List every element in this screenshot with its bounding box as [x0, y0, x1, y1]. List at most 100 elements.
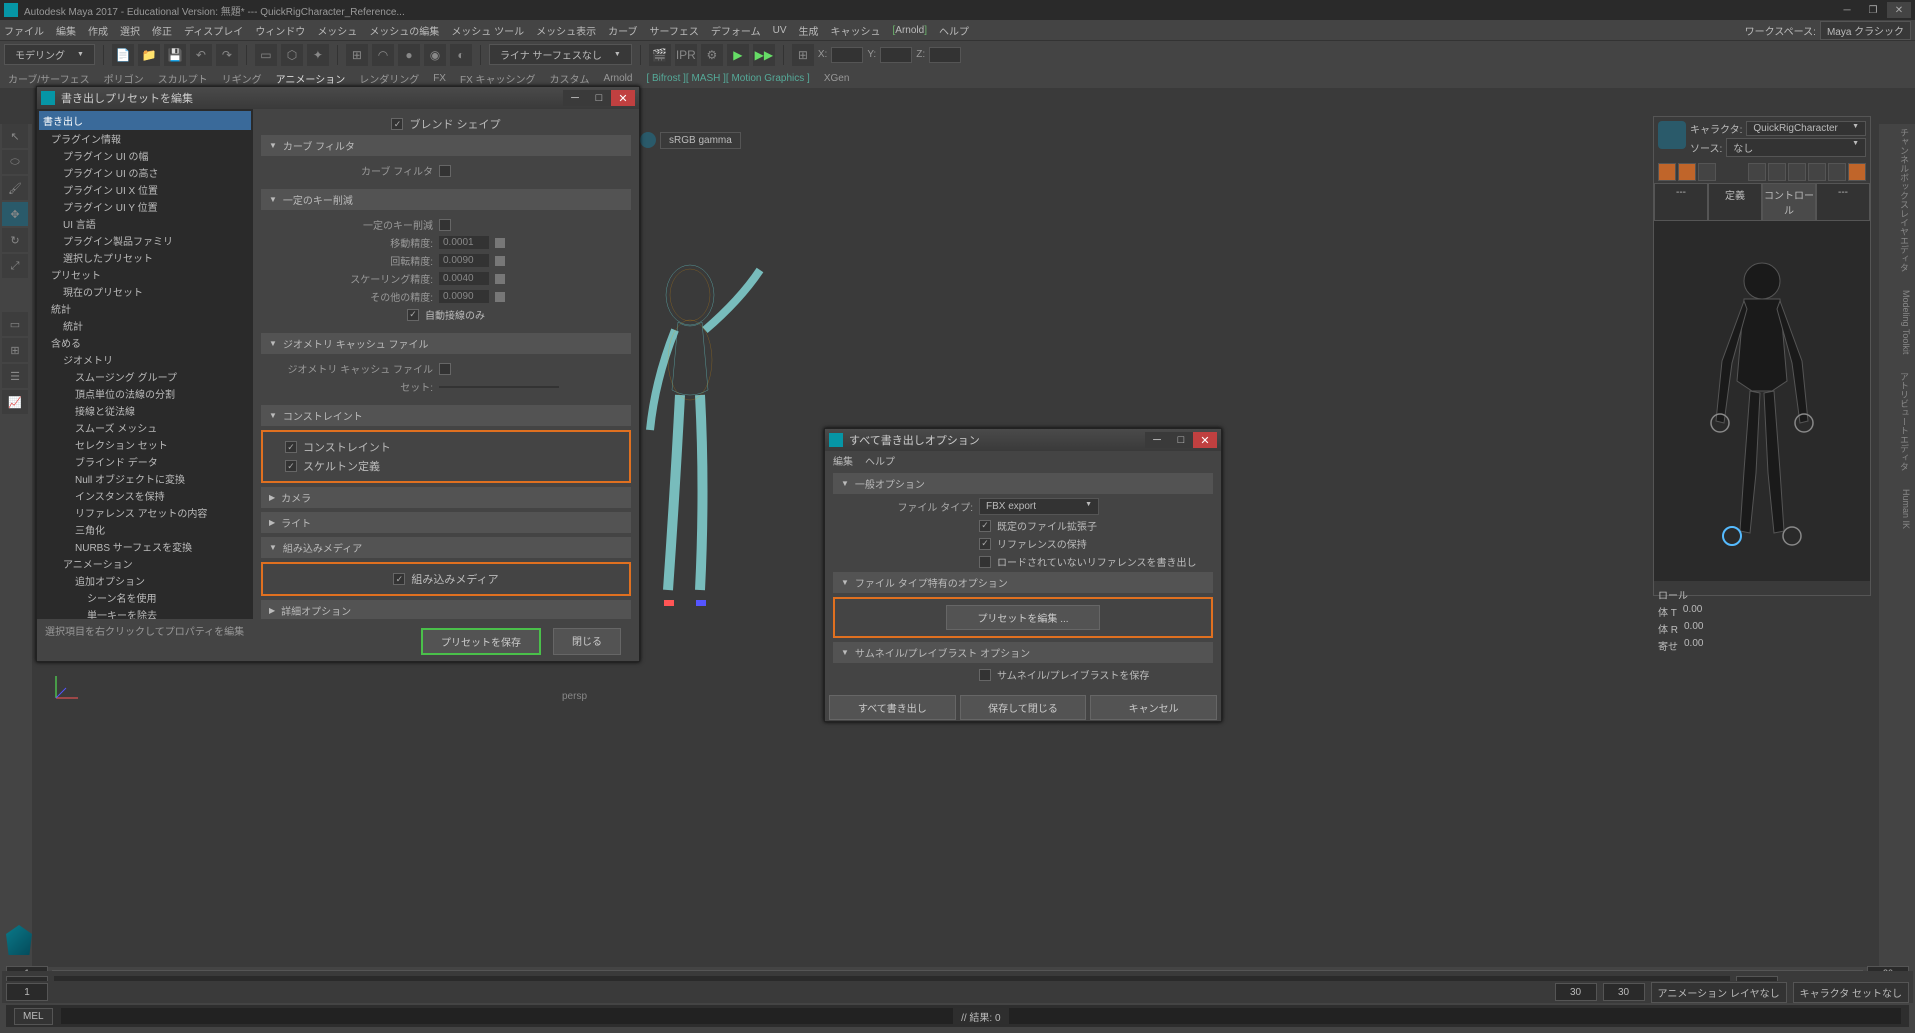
tree-header[interactable]: 書き出し — [39, 111, 251, 130]
section-camera[interactable]: カメラ — [261, 487, 631, 508]
close-button[interactable]: ✕ — [1887, 2, 1911, 18]
tree-item[interactable]: スムージング グループ — [39, 368, 251, 385]
restore-button[interactable]: ❐ — [1861, 2, 1885, 18]
close-button[interactable]: ✕ — [1193, 432, 1217, 448]
hik-tool-3[interactable] — [1698, 163, 1716, 181]
section-geom-cache[interactable]: ジオメトリ キャッシュ ファイル — [261, 333, 631, 354]
preset-dialog-titlebar[interactable]: 書き出しプリセットを編集 ─ □ ✕ — [37, 87, 639, 109]
menu-mesh-display[interactable]: メッシュ表示 — [536, 23, 596, 38]
shelf-tab-fxcache[interactable]: FX キャッシング — [460, 71, 536, 86]
set-dropdown[interactable] — [439, 386, 559, 388]
export-all-button[interactable]: すべて書き出し — [829, 695, 956, 720]
rotate-tool[interactable]: ↻ — [2, 228, 28, 252]
save-preset-button[interactable]: プリセットを保存 — [421, 628, 541, 655]
tab-humanik[interactable]: Human IK — [1885, 485, 1913, 533]
preset-tree[interactable]: 書き出し プラグイン情報プラグイン UI の幅プラグイン UI の高さプラグイン… — [37, 109, 253, 619]
workspace-dropdown[interactable]: Maya クラシック — [1820, 21, 1911, 40]
colorspace-dropdown[interactable]: sRGB gamma — [660, 132, 741, 149]
lasso-tool[interactable]: ⬭ — [2, 150, 28, 174]
anim-layer-dropdown[interactable]: アニメーション レイヤなし — [1651, 982, 1787, 1003]
paint-select-icon[interactable]: ✦ — [307, 44, 329, 66]
menu-file[interactable]: ファイル — [4, 23, 44, 38]
hik-tab-dash2[interactable]: --- — [1816, 183, 1870, 221]
open-scene-icon[interactable]: 📁 — [138, 44, 160, 66]
section-embed-media[interactable]: 組み込みメディア — [261, 537, 631, 558]
hik-tool-6[interactable] — [1788, 163, 1806, 181]
tree-item[interactable]: シーン名を使用 — [39, 589, 251, 606]
shelf-tab-poly[interactable]: ポリゴン — [104, 71, 144, 86]
snap-point-icon[interactable]: ● — [398, 44, 420, 66]
shelf-tab-bifrost[interactable]: [ Bifrost ][ MASH ][ Motion Graphics ] — [646, 73, 809, 84]
tree-item[interactable]: リファレンス アセットの内容 — [39, 504, 251, 521]
geom-cache-checkbox[interactable] — [439, 363, 451, 375]
tree-item[interactable]: プラグイン製品ファミリ — [39, 232, 251, 249]
scale-tool[interactable]: ⤢ — [2, 254, 28, 278]
export-menu-edit[interactable]: 編集 — [833, 453, 853, 468]
hik-char-dropdown[interactable]: QuickRigCharacter — [1746, 121, 1866, 136]
render-mode-dropdown[interactable]: ライナ サーフェスなし — [489, 44, 632, 65]
tree-item[interactable]: ブラインド データ — [39, 453, 251, 470]
shelf-tab-custom[interactable]: カスタム — [550, 71, 590, 86]
tree-item[interactable]: 選択したプリセット — [39, 249, 251, 266]
menu-arnold[interactable]: [Arnold] — [893, 25, 927, 36]
tree-item[interactable]: プラグイン UI の幅 — [39, 147, 251, 164]
anim-start[interactable]: 1 — [6, 983, 48, 1001]
shelf-tab-rendering[interactable]: レンダリング — [359, 71, 419, 86]
tree-item[interactable]: プリセット — [39, 266, 251, 283]
menu-surfaces[interactable]: サーフェス — [650, 23, 699, 38]
tree-item[interactable]: ジオメトリ — [39, 351, 251, 368]
shelf-tab-animation[interactable]: アニメーション — [276, 71, 346, 86]
snap-view-icon[interactable]: ◐ — [450, 44, 472, 66]
hik-tab-dash[interactable]: --- — [1654, 183, 1708, 221]
render-seq-icon[interactable]: ▶▶ — [753, 44, 775, 66]
tree-item[interactable]: 三角化 — [39, 521, 251, 538]
select-tool-icon[interactable]: ▭ — [255, 44, 277, 66]
hik-figure[interactable] — [1654, 221, 1870, 581]
mel-label[interactable]: MEL — [14, 1008, 53, 1025]
minimize-button[interactable]: ─ — [1145, 432, 1169, 448]
menu-mesh-edit[interactable]: メッシュの編集 — [369, 23, 439, 38]
keep-ref-checkbox[interactable] — [979, 538, 991, 550]
coord-x-input[interactable] — [831, 47, 863, 63]
hik-tool-7[interactable] — [1808, 163, 1826, 181]
section-light[interactable]: ライト — [261, 512, 631, 533]
menu-display[interactable]: ディスプレイ — [184, 23, 243, 38]
render-icon[interactable]: 🎬 — [649, 44, 671, 66]
hik-tool-2[interactable] — [1678, 163, 1696, 181]
minimize-button[interactable]: ─ — [1835, 2, 1859, 18]
tree-item[interactable]: 統計 — [39, 300, 251, 317]
menu-deform[interactable]: デフォーム — [711, 23, 761, 38]
skeleton-checkbox[interactable] — [285, 460, 297, 472]
hik-tool-1[interactable] — [1658, 163, 1676, 181]
menu-mesh[interactable]: メッシュ — [317, 23, 357, 38]
hik-source-dropdown[interactable]: なし — [1726, 138, 1866, 157]
unloaded-ref-checkbox[interactable] — [979, 556, 991, 568]
save-thumbnail-checkbox[interactable] — [979, 669, 991, 681]
menu-edit[interactable]: 編集 — [56, 23, 76, 38]
section-curve-filter[interactable]: カーブ フィルタ — [261, 135, 631, 156]
single-pane-icon[interactable]: ▭ — [2, 312, 28, 336]
minimize-button[interactable]: ─ — [563, 90, 587, 106]
hik-tab-def[interactable]: 定義 — [1708, 183, 1762, 221]
playback-end[interactable]: 30 — [1603, 983, 1645, 1001]
tree-item[interactable]: セレクション セット — [39, 436, 251, 453]
shelf-tab-xgen[interactable]: XGen — [824, 73, 850, 84]
colorspace-toggle-icon[interactable] — [640, 132, 656, 148]
hik-tool-4[interactable] — [1748, 163, 1766, 181]
tree-item[interactable]: スムーズ メッシュ — [39, 419, 251, 436]
maximize-button[interactable]: □ — [587, 90, 611, 106]
tab-channelbox[interactable]: チャンネルボックスレイヤエディタ — [1885, 124, 1913, 276]
auto-tangent-checkbox[interactable] — [407, 309, 419, 321]
shelf-tab-sculpt[interactable]: スカルプト — [158, 71, 208, 86]
tab-modeling-toolkit[interactable]: Modeling Toolkit — [1885, 286, 1913, 358]
save-scene-icon[interactable]: 💾 — [164, 44, 186, 66]
curve-filter-checkbox[interactable] — [439, 165, 451, 177]
maximize-button[interactable]: □ — [1169, 432, 1193, 448]
menu-modify[interactable]: 修正 — [152, 23, 172, 38]
coord-z-input[interactable] — [929, 47, 961, 63]
render-settings-icon[interactable]: ⚙ — [701, 44, 723, 66]
shelf-tab-curves[interactable]: カーブ/サーフェス — [8, 71, 90, 86]
char-set-dropdown[interactable]: キャラクタ セットなし — [1793, 982, 1909, 1003]
command-input[interactable] — [61, 1008, 954, 1024]
tree-item[interactable]: 頂点単位の法線の分割 — [39, 385, 251, 402]
